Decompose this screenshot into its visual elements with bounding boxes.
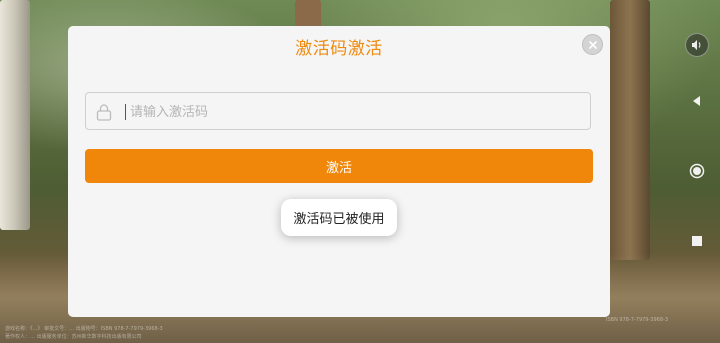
activate-button[interactable]: 激活 bbox=[85, 149, 593, 183]
close-button[interactable] bbox=[582, 34, 603, 55]
text-cursor bbox=[125, 104, 126, 120]
close-icon bbox=[588, 40, 597, 49]
sound-toggle-button[interactable] bbox=[684, 32, 710, 58]
footer-line: 游戏名称：《…》 审批文号：… 出版物号：ISBN 978-7-7979-396… bbox=[5, 326, 163, 332]
sound-icon bbox=[685, 33, 709, 57]
toast-message: 激活码已被使用 bbox=[281, 199, 397, 236]
tree-trunk bbox=[610, 0, 650, 260]
home-icon bbox=[689, 163, 705, 179]
activation-code-field[interactable] bbox=[85, 92, 591, 130]
home-button[interactable] bbox=[684, 158, 710, 184]
footer-line: 著作权人：… 出版服务单位：苏州新华数字科技出版有限公司 bbox=[5, 334, 142, 340]
recent-apps-icon bbox=[692, 236, 702, 246]
lock-icon bbox=[96, 104, 112, 121]
isbn-text: ISBN 978-7-7979-3968-3 bbox=[606, 317, 668, 323]
tree-trunk bbox=[0, 0, 30, 230]
activation-dialog: 激活码激活 激活 激活码已被使用 bbox=[68, 26, 610, 317]
back-button[interactable] bbox=[684, 88, 710, 114]
activation-code-input[interactable] bbox=[128, 99, 572, 125]
dialog-title: 激活码激活 bbox=[295, 39, 383, 59]
copyright-footer: 游戏名称：《…》 审批文号：… 出版物号：ISBN 978-7-7979-396… bbox=[5, 325, 245, 341]
recent-apps-button[interactable] bbox=[684, 228, 710, 254]
back-icon bbox=[693, 96, 700, 106]
